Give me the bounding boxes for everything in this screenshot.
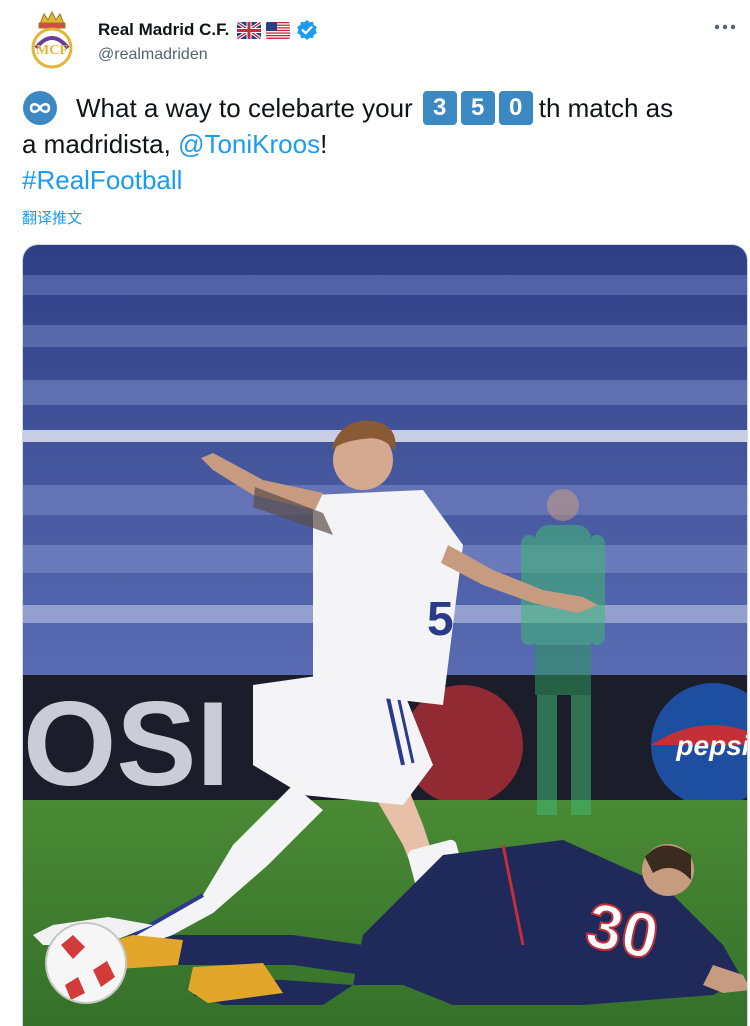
hashtag-link[interactable]: #RealFootball bbox=[22, 165, 182, 195]
tweet-text-suffix: th match as bbox=[538, 93, 674, 123]
svg-text:OSI: OSI bbox=[23, 677, 230, 811]
uk-flag-icon bbox=[237, 21, 262, 39]
tweet-header: MCF Real Madrid C.F. @realmadriden bbox=[0, 0, 750, 80]
tweet-text-line2: a madridista, bbox=[22, 129, 171, 159]
us-flag-icon bbox=[266, 21, 291, 39]
shirt-number: 30 bbox=[580, 888, 665, 973]
tweet-text-prefix: What a way to celebarte your bbox=[76, 93, 413, 123]
svg-text:pepsi: pepsi bbox=[675, 730, 748, 761]
verified-badge-icon bbox=[296, 19, 318, 41]
display-name[interactable]: Real Madrid C.F. bbox=[98, 20, 229, 40]
football bbox=[45, 922, 127, 1004]
digit-zero-emoji: 0 bbox=[498, 91, 533, 125]
tweet-text: What a way to celebarte your 3 5 0 th ma… bbox=[22, 90, 742, 198]
real-madrid-crest-icon[interactable]: MCF bbox=[26, 10, 78, 70]
infinity-icon bbox=[22, 90, 58, 126]
author-handle[interactable]: @realmadriden bbox=[98, 46, 208, 64]
svg-text:5: 5 bbox=[427, 593, 454, 646]
mention-link[interactable]: @ToniKroos bbox=[178, 129, 320, 159]
digit-five-emoji: 5 bbox=[460, 91, 495, 125]
digit-three-emoji: 3 bbox=[422, 91, 457, 125]
tweet-photo[interactable]: OSI pepsi 5 30 bbox=[22, 244, 748, 1026]
more-dots-icon[interactable] bbox=[708, 12, 742, 42]
svg-text:MCF: MCF bbox=[36, 43, 68, 58]
digit-emojis: 3 5 0 bbox=[422, 91, 537, 125]
tweet-text-end: ! bbox=[320, 129, 328, 159]
translate-tweet-link[interactable]: 翻译推文 bbox=[22, 207, 82, 228]
